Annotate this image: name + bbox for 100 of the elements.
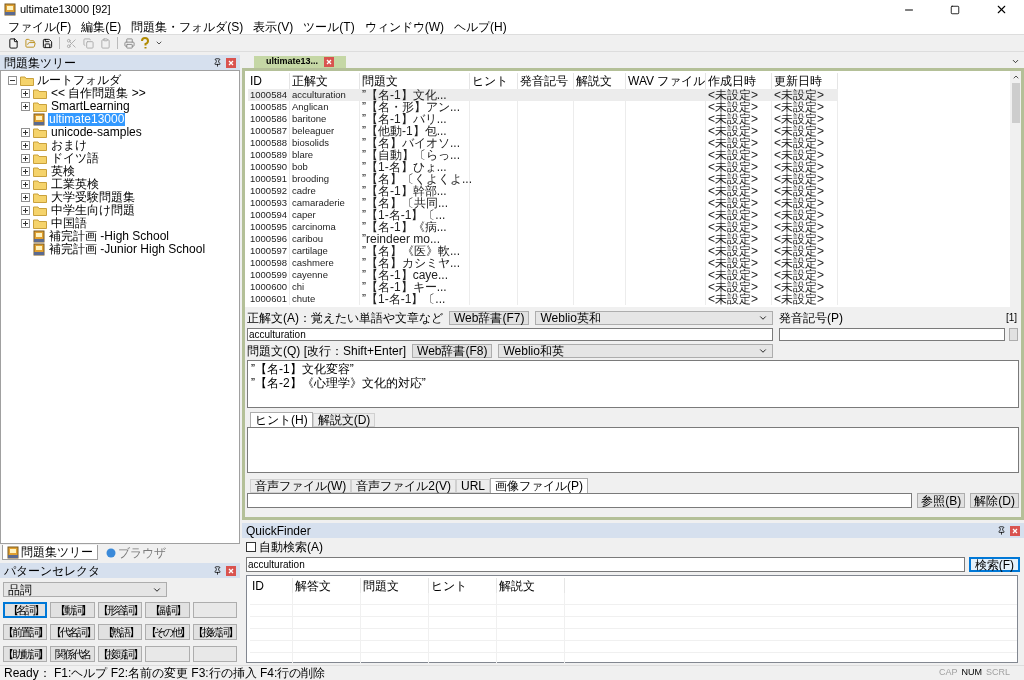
table-row[interactable]: 1000594 caper ”【1-名-1】〔... <未設定> <未設定> [248, 209, 838, 221]
help-icon[interactable] [141, 37, 149, 49]
pin-icon[interactable] [213, 566, 222, 575]
dictionary-dropdown[interactable]: Weblio英和 [535, 310, 773, 325]
table-row[interactable]: 1000601 chute ”【1-名-1】〔... <未設定> <未設定> [248, 293, 838, 305]
pattern-button[interactable]: 【その他】 [145, 624, 190, 640]
caret-icon[interactable] [155, 39, 163, 47]
table-row[interactable]: 1000589 blare ”【自動】〔らっ... <未設定> <未設定> [248, 149, 838, 161]
table-row[interactable]: 1000591 brooding ”【名】〔くよくよ... <未設定> <未設定> [248, 173, 838, 185]
answer-input[interactable]: acculturation [247, 327, 773, 341]
table-row[interactable]: 1000584 acculturation ”【名-1】文化... <未設定> <未設定> [248, 89, 838, 101]
menu-item[interactable]: 問題集・フォルダ(S) [131, 19, 244, 34]
tree-item[interactable]: << 自作問題集 >> [50, 87, 147, 100]
pattern-button[interactable]: 【名詞】 [3, 602, 48, 618]
expand-icon[interactable] [21, 154, 30, 163]
tree-item[interactable]: 中学生向け問題 [50, 204, 136, 217]
pattern-button[interactable]: 【接続詞】 [192, 624, 237, 640]
tree-item[interactable]: 補完計画 -High School [48, 230, 171, 243]
web-dictionary-button[interactable]: Web辞書(F7) [449, 310, 530, 325]
file-tab[interactable]: 音声ファイル(W) [250, 479, 352, 493]
tree-item[interactable]: ルートフォルダ [37, 73, 121, 87]
pattern-button[interactable]: 【接頭詞】 [97, 646, 143, 662]
tree-item[interactable]: 中国語 [50, 217, 88, 230]
collapse-icon[interactable] [8, 75, 17, 85]
document-tab[interactable]: ultimate13... [254, 56, 347, 68]
pattern-button[interactable]: 【熟語】 [97, 624, 143, 640]
expand-icon[interactable] [21, 219, 30, 228]
tree-item[interactable]: 英検 [50, 165, 76, 178]
part-of-speech-dropdown[interactable]: 品詞 [3, 582, 167, 597]
tree-item[interactable]: unicode-samples [50, 126, 143, 139]
table-row[interactable]: 1000598 cashmere ”【名】カシミヤ... <未設定> <未設定> [248, 257, 838, 269]
table-row[interactable]: 1000590 bob ”【1-名】ひょ... <未設定> <未設定> [248, 161, 838, 173]
tab-list-icon[interactable] [1011, 57, 1020, 66]
pattern-button[interactable]: 【助動詞】 [3, 646, 48, 662]
column-header[interactable]: 解説文 [497, 578, 565, 593]
table-row[interactable]: 1000596 caribou ”reindeer mo... <未設定> <未設定> [248, 233, 838, 245]
table-row[interactable]: 1000593 camaraderie ”【名】〔共同... <未設定> <未設定> [248, 197, 838, 209]
pattern-button[interactable]: 【動詞】 [50, 602, 95, 618]
table-row[interactable]: 1000592 cadre ”【名-1】幹部... <未設定> <未設定> [248, 185, 838, 197]
column-header[interactable]: 問題文 [361, 578, 429, 593]
table-row[interactable]: 1000587 beleaguer ”【他動-1】包... <未設定> <未設定> [248, 125, 838, 137]
pin-icon[interactable] [213, 58, 222, 67]
dictionary-dropdown[interactable]: Weblio和英 [498, 343, 773, 358]
column-header[interactable]: 解答文 [293, 578, 361, 593]
expand-icon[interactable] [21, 193, 30, 202]
table-row[interactable]: 1000585 Anglican ”【名・形】アン... <未設定> <未設定> [248, 101, 838, 113]
expand-icon[interactable] [21, 180, 30, 189]
expand-icon[interactable] [21, 102, 30, 111]
expand-icon[interactable] [21, 167, 30, 176]
file-tab[interactable]: 画像ファイル(P) [490, 478, 588, 493]
scrollbar-thumb[interactable] [1011, 83, 1020, 123]
search-field[interactable]: acculturation [246, 557, 965, 572]
table-row[interactable]: 1000595 carcinoma ”【名-1】《病... <未設定> <未設定> [248, 221, 838, 233]
menu-item[interactable]: ヘルプ(H) [454, 19, 507, 34]
tree-item[interactable]: 補完計画 -Junior High School [48, 243, 207, 256]
tree-item[interactable]: 大学受験問題集 [50, 191, 136, 204]
file-tab[interactable]: 音声ファイル2(V) [351, 479, 456, 493]
pattern-button[interactable]: 【前置詞】 [3, 624, 48, 640]
column-header[interactable]: ヒント [429, 578, 497, 593]
table-row[interactable]: 1000600 chi ”【名-1】キー... <未設定> <未設定> [248, 281, 838, 293]
maximize-icon[interactable] [950, 4, 960, 15]
menu-item[interactable]: ファイル(F) [8, 19, 72, 34]
tree-item[interactable]: ドイツ語 [50, 152, 100, 165]
expand-icon[interactable] [21, 206, 30, 215]
table-row[interactable]: 1000588 biosolids ”【名】バイオソ... <未設定> <未設定> [248, 137, 838, 149]
pane-tab[interactable]: ブラウザ [102, 545, 170, 560]
pane-tab[interactable]: 問題集ツリー [2, 545, 98, 560]
file-tab[interactable]: URL [456, 479, 490, 493]
pattern-button[interactable]: 関係代名 [50, 646, 95, 662]
table-row[interactable]: 1000599 cayenne ”【名-1】caye... <未設定> <未設定> [248, 269, 838, 281]
menu-item[interactable]: ウィンドウ(W) [364, 19, 444, 34]
pronunciation-input[interactable] [779, 327, 1005, 341]
auto-search-checkbox[interactable] [246, 542, 256, 552]
expand-icon[interactable] [21, 89, 30, 98]
table-row[interactable]: 1000597 cartilage ”【名】《医》軟... <未設定> <未設定> [248, 245, 838, 257]
tree-item[interactable]: おまけ [50, 139, 88, 152]
tree-item[interactable]: SmartLearning [50, 100, 131, 113]
web-dictionary-button[interactable]: Web辞書(F8) [412, 343, 493, 358]
expand-icon[interactable] [21, 128, 30, 137]
hint-textarea[interactable] [247, 427, 1019, 473]
tree-item[interactable]: 工業英検 [50, 178, 100, 191]
new-file-icon[interactable] [8, 37, 19, 49]
table-row[interactable]: 1000586 baritone ”【名-1】バリ... <未設定> <未設定> [248, 113, 838, 125]
menu-item[interactable]: 表示(V) [253, 19, 294, 34]
pattern-button[interactable]: 【形容詞】 [97, 602, 143, 618]
note-tab[interactable]: ヒント(H) [250, 412, 313, 427]
expand-icon[interactable] [21, 141, 30, 150]
pattern-button[interactable]: 【副詞】 [145, 602, 190, 618]
save-icon[interactable] [42, 37, 53, 49]
clear-button[interactable]: 解除(D) [970, 493, 1019, 508]
menu-item[interactable]: ツール(T) [303, 19, 355, 34]
scroll-up-icon[interactable] [1011, 73, 1020, 81]
note-tab[interactable]: 解説文(D) [312, 413, 376, 427]
pin-icon[interactable] [997, 526, 1006, 535]
question-textarea[interactable]: ”【名-1】文化変容” ”【名-2】《心理学》文化的対応” [247, 360, 1019, 408]
column-header[interactable]: ID [250, 578, 293, 593]
search-button[interactable]: 検索(F) [968, 557, 1020, 572]
printer-icon[interactable] [124, 37, 135, 49]
scrollbar[interactable] [1010, 71, 1021, 307]
menu-item[interactable]: 編集(E) [81, 19, 122, 34]
